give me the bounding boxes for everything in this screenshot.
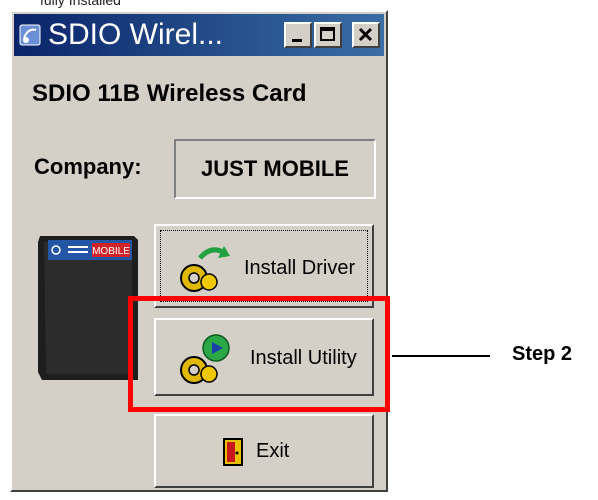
exit-door-icon: [222, 437, 246, 472]
step-highlight-box: [128, 296, 390, 412]
exit-button[interactable]: Exit: [154, 414, 374, 488]
app-icon: [18, 22, 44, 48]
minimize-icon: [292, 39, 302, 42]
window-title: SDIO Wirel...: [48, 18, 224, 51]
gear-refresh-icon: [174, 240, 238, 301]
close-button[interactable]: [352, 22, 380, 48]
app-window: SDIO Wirel... SDIO 11B Wireless Card Com…: [10, 10, 388, 492]
annotation-connector-line: [392, 355, 490, 357]
minimize-button[interactable]: [284, 22, 312, 48]
card-brand-text: MOBILE: [92, 246, 130, 257]
close-icon: [358, 27, 373, 42]
install-driver-label: Install Driver: [244, 257, 356, 279]
company-label: Company:: [34, 154, 142, 179]
maximize-button[interactable]: [314, 22, 342, 48]
company-value: JUST MOBILE: [174, 139, 376, 199]
sd-card-image: MOBILE: [34, 232, 142, 384]
device-heading: SDIO 11B Wireless Card: [32, 80, 307, 107]
exit-label: Exit: [256, 440, 290, 462]
maximize-icon: [320, 27, 335, 41]
title-bar[interactable]: SDIO Wirel...: [14, 14, 384, 56]
page-top-text: fully Installed: [40, 0, 121, 8]
step-label: Step 2: [512, 343, 573, 365]
